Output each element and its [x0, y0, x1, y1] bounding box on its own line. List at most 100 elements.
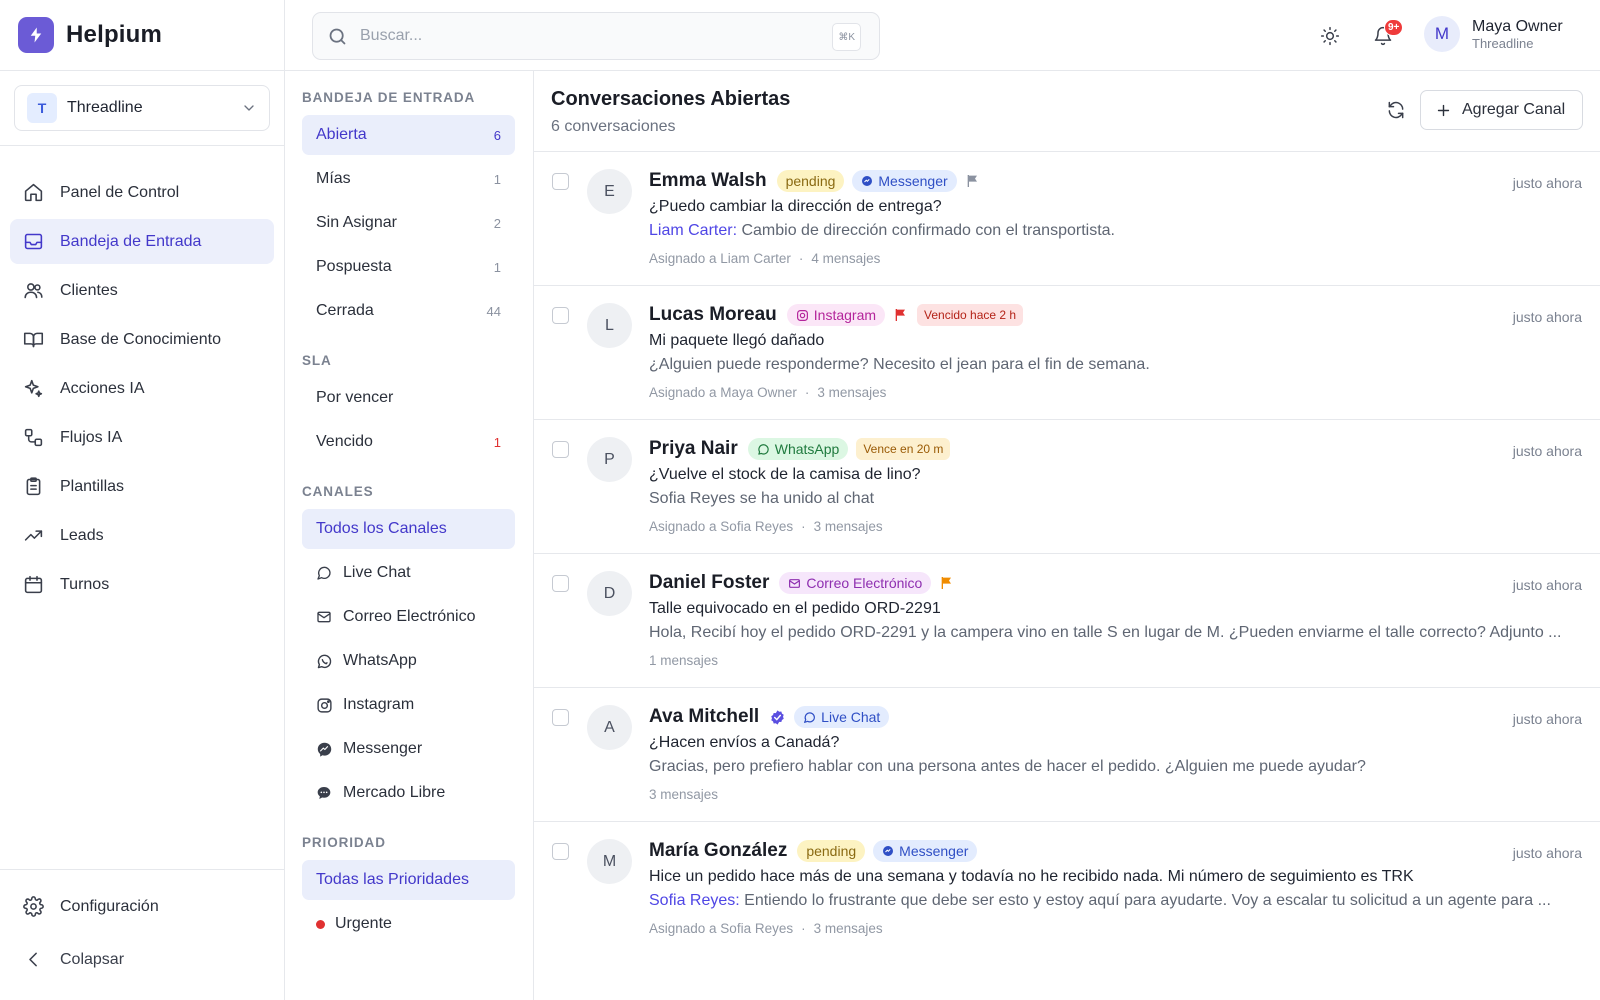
theme-toggle-button[interactable]	[1315, 21, 1345, 51]
conversation-row[interactable]: L Lucas Moreau Instagram Vencido hace 2 …	[534, 286, 1600, 420]
filter-label: Pospuesta	[316, 258, 392, 275]
filter-abierta[interactable]: Abierta 6	[302, 115, 515, 155]
filter-por-vencer[interactable]: Por vencer	[302, 378, 515, 418]
flag-icon[interactable]	[965, 173, 981, 189]
search-icon	[329, 28, 346, 44]
filter-sin-asignar[interactable]: Sin Asignar 2	[302, 203, 515, 243]
timestamp: justo ahora	[1512, 711, 1582, 727]
row-checkbox[interactable]	[552, 441, 569, 458]
conversation-preview: ¿Alguien puede responderme? Necesito el …	[649, 356, 1150, 373]
channel-badge: WhatsApp	[747, 438, 849, 460]
inbox-icon	[24, 233, 43, 250]
sla-badge: Vencido hace 2 h	[917, 304, 1024, 326]
assignee: Asignado a Sofia Reyes	[649, 921, 794, 936]
chat-bubble-icon	[317, 566, 331, 580]
workspace-switcher[interactable]: T Threadline	[14, 85, 270, 131]
customer-name: Priya Nair	[649, 438, 738, 459]
conversation-subject: Hice un pedido hace más de una semana y …	[649, 868, 1414, 885]
nav-item-turnos[interactable]: Turnos	[10, 562, 274, 607]
row-checkbox[interactable]	[552, 843, 569, 860]
nav-item-plantillas[interactable]: Plantillas	[10, 464, 274, 509]
flag-icon[interactable]	[939, 575, 955, 591]
home-icon	[24, 183, 43, 202]
filter-whatsapp[interactable]: WhatsApp	[302, 641, 515, 681]
status-badge: pending	[797, 840, 866, 862]
section-title-channels: CANALES	[302, 484, 374, 499]
filter-mias[interactable]: Mías 1	[302, 159, 515, 199]
notification-count-badge: 9+	[1384, 19, 1404, 36]
nav-item-panel-de-control[interactable]: Panel de Control	[10, 170, 274, 215]
workspace-name: Threadline	[67, 99, 143, 116]
timestamp: justo ahora	[1512, 175, 1582, 191]
conversation-preview: Liam Carter: Cambio de dirección confirm…	[649, 222, 1567, 240]
filter-correo-electronico[interactable]: Correo Electrónico	[302, 597, 515, 637]
sla-badge: Vence en 20 m	[856, 438, 951, 460]
whatsapp-icon	[317, 654, 332, 668]
mail-icon	[789, 578, 801, 588]
filter-label: Todos los Canales	[316, 520, 447, 537]
app-root: Helpium T Threadline Panel de Control Ba…	[0, 0, 1600, 1000]
conversation-meta: Asignado a Sofia Reyes · 3 mensajes	[649, 519, 883, 534]
search-input[interactable]	[360, 27, 800, 45]
channel-badge: Messenger	[873, 840, 978, 862]
nav-item-bandeja-de-entrada[interactable]: Bandeja de Entrada	[10, 219, 274, 264]
whatsapp-icon	[758, 443, 769, 455]
filter-messenger[interactable]: Messenger	[302, 729, 515, 769]
channel-label: Correo Electrónico	[806, 575, 923, 591]
collapse-label: Colapsar	[60, 950, 125, 968]
brand: Helpium	[0, 0, 284, 71]
message-count: 4 mensajes	[811, 251, 881, 266]
row-checkbox[interactable]	[552, 173, 569, 190]
message-count: 1 mensajes	[649, 653, 719, 668]
filter-todos-los-canales[interactable]: Todos los Canales	[302, 509, 515, 549]
nav-item-label: Leads	[60, 526, 104, 544]
filter-pospuesta[interactable]: Pospuesta 1	[302, 247, 515, 287]
row-checkbox[interactable]	[552, 709, 569, 726]
conversation-meta: 1 mensajes	[649, 653, 718, 668]
conversation-row[interactable]: M María González pending Messenger justo…	[534, 822, 1600, 956]
conversation-row[interactable]: E Emma Walsh pending Messenger justo aho…	[534, 152, 1600, 286]
mercado-libre-icon	[317, 787, 331, 799]
filter-count: 1	[493, 171, 501, 187]
row-checkbox[interactable]	[552, 307, 569, 324]
nav-item-acciones-ia[interactable]: Acciones IA	[10, 366, 274, 411]
conversation-preview: Gracias, pero prefiero hablar con una pe…	[649, 758, 1366, 775]
row-checkbox[interactable]	[552, 575, 569, 592]
conversation-row[interactable]: D Daniel Foster Correo Electrónico justo…	[534, 554, 1600, 688]
conversation-row[interactable]: A Ava Mitchell Live Chat justo ahora ¿Ha…	[534, 688, 1600, 822]
filter-todas-las-prioridades[interactable]: Todas las Prioridades	[302, 860, 515, 900]
filter-live-chat[interactable]: Live Chat	[302, 553, 515, 593]
nav-item-base-de-conocimiento[interactable]: Base de Conocimiento	[10, 317, 274, 362]
nav-item-label: Panel de Control	[60, 183, 180, 201]
notifications-button[interactable]: 9+	[1368, 19, 1404, 51]
filter-urgente[interactable]: Urgente	[302, 904, 515, 944]
nav-item-configuracion[interactable]: Configuración	[10, 884, 274, 929]
nav-item-leads[interactable]: Leads	[10, 513, 274, 558]
book-icon	[23, 332, 44, 348]
message-count: 3 mensajes	[817, 385, 887, 400]
collapse-sidebar-button[interactable]: Colapsar	[10, 937, 274, 982]
filter-mercado-libre[interactable]: Mercado Libre	[302, 773, 515, 813]
nav-item-label: Flujos IA	[60, 428, 123, 446]
conversation-meta: Asignado a Maya Owner · 3 mensajes	[649, 385, 887, 400]
filter-instagram[interactable]: Instagram	[302, 685, 515, 725]
conversation-subject: ¿Puedo cambiar la dirección de entrega?	[649, 198, 942, 215]
refresh-button[interactable]	[1381, 95, 1411, 125]
channel-badge: Messenger	[852, 170, 957, 192]
filter-cerrada[interactable]: Cerrada 44	[302, 291, 515, 331]
section-title-sla: SLA	[302, 353, 332, 368]
customer-name: Emma Walsh	[649, 170, 767, 191]
conversation-row[interactable]: P Priya Nair WhatsApp Vence en 20 m just…	[534, 420, 1600, 554]
conversation-subject: ¿Vuelve el stock de la camisa de lino?	[649, 466, 921, 483]
timestamp: justo ahora	[1512, 443, 1582, 459]
nav-item-flujos-ia[interactable]: Flujos IA	[10, 415, 274, 460]
nav-item-clientes[interactable]: Clientes	[10, 268, 274, 313]
user-menu[interactable]: M Maya Owner Threadline	[1424, 16, 1563, 52]
filter-count: 2	[493, 215, 501, 231]
flag-icon[interactable]	[893, 307, 909, 323]
avatar: L	[587, 303, 632, 348]
preview-author: Liam Carter:	[649, 222, 738, 239]
mail-icon	[317, 611, 331, 623]
add-channel-button[interactable]: Agregar Canal	[1420, 90, 1583, 130]
filter-vencido[interactable]: Vencido 1	[302, 422, 515, 462]
